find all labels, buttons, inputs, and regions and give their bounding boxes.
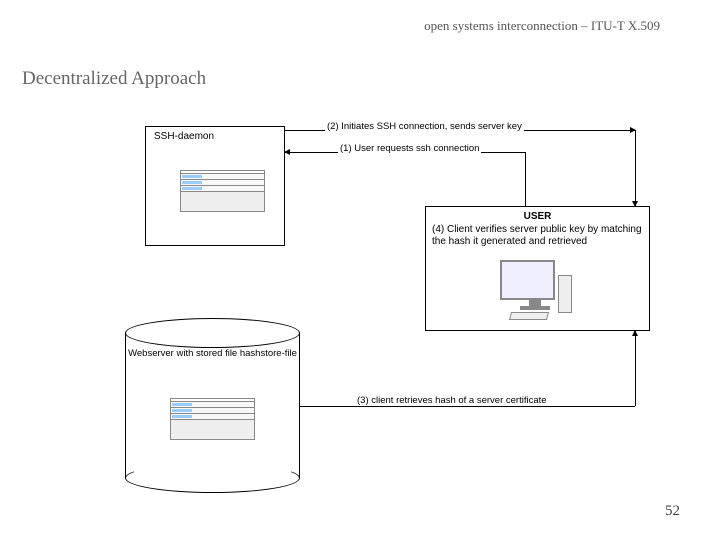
webserver-label: Webserver with stored file hashstore-fil… (125, 348, 300, 359)
user-description: (4) Client verifies server public key by… (432, 224, 643, 247)
arrow-step1-label: (1) User requests ssh connection (338, 144, 481, 154)
ssh-daemon-label: SSH-daemon (154, 131, 214, 142)
slide-title: Decentralized Approach (22, 68, 206, 90)
server-icon (180, 170, 265, 212)
arrow-step2-label: (2) Initiates SSH connection, sends serv… (325, 122, 524, 132)
page-number: 52 (665, 503, 680, 520)
page-header: open systems interconnection – ITU-T X.5… (424, 18, 660, 34)
server-icon (170, 398, 255, 440)
diagram-canvas: SSH-daemon (2) Initiates SSH connection,… (120, 118, 660, 488)
user-title: USER (432, 211, 643, 222)
computer-icon (500, 260, 570, 310)
arrow-step2-v (635, 130, 636, 206)
arrow-step3-v (635, 331, 636, 406)
arrow-step3-label: (3) client retrieves hash of a server ce… (355, 396, 549, 406)
arrow-step1-v (525, 152, 526, 206)
